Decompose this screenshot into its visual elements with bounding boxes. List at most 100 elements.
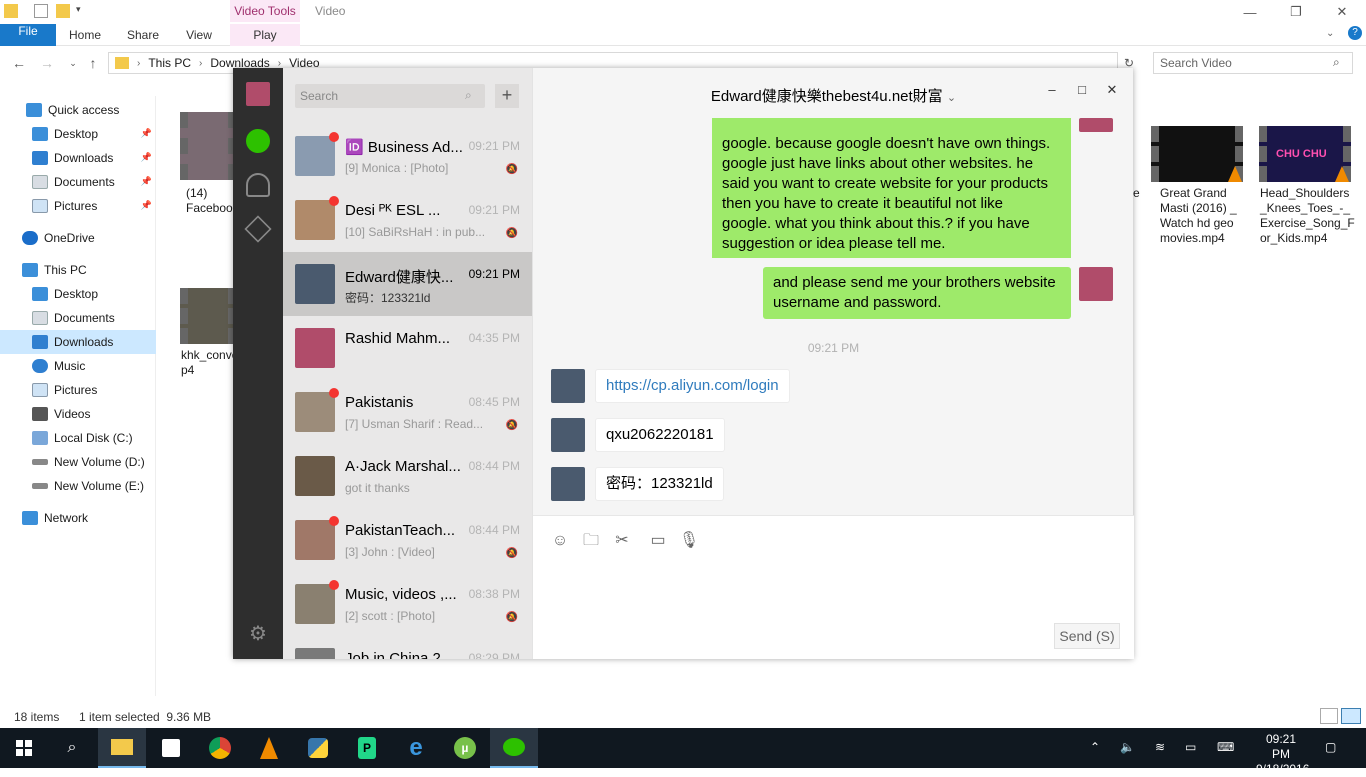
contacts-icon[interactable] <box>246 173 270 197</box>
avatar <box>295 520 335 560</box>
customize-toolbar-icon[interactable]: ▾ <box>76 4 90 18</box>
clock[interactable]: 09:21 PM 9/18/2016 <box>1256 732 1309 777</box>
settings-icon[interactable]: ⚙ <box>246 622 270 646</box>
back-icon[interactable]: ← <box>10 54 28 72</box>
nav-local-disk-c[interactable]: Local Disk (C:) <box>0 426 156 450</box>
help-icon[interactable]: ? <box>1348 26 1362 40</box>
nav-network[interactable]: Network <box>0 506 156 530</box>
chat-item[interactable]: Rashid Mahm... 04:35 PM <box>283 316 532 380</box>
chat-item[interactable]: Music, videos ,... 08:38 PM [2] scott : [… <box>283 572 532 636</box>
send-button[interactable]: Send (S) <box>1054 623 1120 649</box>
nav-pc-pictures[interactable]: Pictures <box>0 378 156 402</box>
new-chat-button[interactable]: + <box>495 84 519 108</box>
nav-volume-e[interactable]: New Volume (E:) <box>0 474 156 498</box>
microphone-icon[interactable]: 🎙 <box>678 530 700 552</box>
nav-onedrive[interactable]: OneDrive <box>0 226 156 250</box>
file-label-1[interactable]: (14) Faceboo <box>186 186 234 216</box>
details-view-icon[interactable] <box>1320 708 1338 724</box>
properties-icon[interactable] <box>34 4 48 18</box>
message-composer[interactable]: ☺ 🗀 ✂ ▭ 🎙 Send (S) <box>533 515 1134 659</box>
start-button[interactable] <box>0 728 48 768</box>
search-input[interactable]: Search Video <box>1153 52 1353 74</box>
keyboard-icon[interactable]: ⌨ <box>1217 740 1234 754</box>
vlc-taskbar[interactable] <box>245 728 293 768</box>
profile-avatar[interactable] <box>246 82 270 106</box>
minimize-icon[interactable]: – <box>1040 82 1064 100</box>
folder-icon[interactable]: 🗀 <box>580 530 602 552</box>
chat-item[interactable]: Job in China 2 08:29 PM <box>283 636 532 659</box>
nav-desktop[interactable]: Desktop 📌 <box>0 122 156 146</box>
favorites-icon[interactable] <box>244 215 272 243</box>
chat-item[interactable]: Desi ᴾᴷ ESL ... 09:21 PM [10] SaBiRsHaH :… <box>283 188 532 252</box>
minimize-icon[interactable]: — <box>1227 0 1273 24</box>
pin-icon: 📌 <box>140 152 152 162</box>
avatar[interactable] <box>551 467 585 501</box>
file-label-5[interactable]: Head_Shoulders_Knees_Toes_-_Exercise_Son… <box>1260 186 1356 246</box>
tab-view[interactable]: View <box>178 24 220 46</box>
python-taskbar[interactable] <box>294 728 342 768</box>
chrome-taskbar[interactable] <box>196 728 244 768</box>
search-icon[interactable]: ⌕ <box>48 728 96 768</box>
wechat-taskbar[interactable] <box>490 728 538 768</box>
edge-taskbar[interactable]: e <box>392 728 440 768</box>
new-folder-icon[interactable] <box>56 4 70 18</box>
close-icon[interactable]: ✕ <box>1319 0 1365 24</box>
video-thumbnail[interactable] <box>180 112 236 180</box>
recent-locations-icon[interactable]: ⌄ <box>64 54 82 72</box>
tab-share[interactable]: Share <box>122 24 164 46</box>
expand-ribbon-icon[interactable]: ⌄ <box>1326 28 1334 39</box>
nav-pc-downloads[interactable]: Downloads <box>0 330 156 354</box>
nav-videos[interactable]: Videos <box>0 402 156 426</box>
nav-documents[interactable]: Documents 📌 <box>0 170 156 194</box>
message-bubble-received[interactable]: 密码：123321ld <box>595 467 724 501</box>
chat-item[interactable]: PakistanTeach... 08:44 PM [3] John : [Vid… <box>283 508 532 572</box>
file-label-4[interactable]: Great Grand Masti (2016) _ Watch hd geo … <box>1160 186 1240 246</box>
pycharm-taskbar[interactable]: P <box>343 728 391 768</box>
wechat-search-input[interactable]: Search <box>295 84 485 108</box>
message-link[interactable]: https://cp.aliyun.com/login <box>595 369 790 403</box>
message-bubble-sent[interactable]: google. because google doesn't have own … <box>712 118 1071 258</box>
show-hidden-icons[interactable]: ⌃ <box>1090 740 1100 754</box>
store-taskbar[interactable] <box>147 728 195 768</box>
tab-play[interactable]: Play <box>230 24 300 46</box>
utorrent-taskbar[interactable]: µ <box>441 728 489 768</box>
chat-item[interactable]: 🆔 Business Ad... 09:21 PM [9] Monica : [P… <box>283 124 532 188</box>
video-thumbnail[interactable] <box>180 288 236 344</box>
avatar[interactable] <box>551 418 585 452</box>
breadcrumb-this-pc[interactable]: This PC <box>148 56 191 70</box>
video-call-icon[interactable]: ▭ <box>647 530 669 552</box>
video-thumbnail[interactable] <box>1151 126 1243 182</box>
screenshot-icon[interactable]: ✂ <box>611 530 633 552</box>
nav-quick-access[interactable]: Quick access <box>0 98 156 122</box>
chat-item[interactable]: A·Jack Marshal... 08:44 PM got it thanks <box>283 444 532 508</box>
forward-icon[interactable]: → <box>38 54 56 72</box>
file-explorer-taskbar[interactable] <box>98 728 146 768</box>
file-label-2[interactable]: khk_conve p4 <box>181 348 238 378</box>
close-icon[interactable]: ✕ <box>1100 82 1124 100</box>
notifications-icon[interactable]: ▢ <box>1325 740 1336 754</box>
avatar[interactable] <box>551 369 585 403</box>
restore-icon[interactable]: ❐ <box>1273 0 1319 24</box>
file-label-3[interactable]: e <box>1133 186 1140 201</box>
maximize-icon[interactable]: □ <box>1070 82 1094 100</box>
volume-icon[interactable]: 🔈 <box>1120 740 1135 754</box>
nav-pictures[interactable]: Pictures 📌 <box>0 194 156 218</box>
up-icon[interactable]: ↑ <box>84 54 102 72</box>
chat-item-selected[interactable]: Edward健康快... 09:21 PM 密码：123321ld <box>283 252 532 316</box>
large-icons-view-icon[interactable] <box>1341 708 1361 724</box>
nav-pc-desktop[interactable]: Desktop <box>0 282 156 306</box>
emoji-icon[interactable]: ☺ <box>549 530 571 552</box>
wifi-icon[interactable]: ≋ <box>1155 740 1165 754</box>
chat-item[interactable]: Pakistanis 08:45 PM [7] Usman Sharif : Re… <box>283 380 532 444</box>
chat-icon[interactable] <box>246 129 270 153</box>
nav-pc-documents[interactable]: Documents <box>0 306 156 330</box>
nav-this-pc[interactable]: This PC <box>0 258 156 282</box>
battery-icon[interactable]: ▭ <box>1185 740 1196 754</box>
message-bubble-received[interactable]: qxu2062220181 <box>595 418 725 452</box>
nav-downloads[interactable]: Downloads 📌 <box>0 146 156 170</box>
tab-home[interactable]: Home <box>64 24 106 46</box>
nav-volume-d[interactable]: New Volume (D:) <box>0 450 156 474</box>
nav-music[interactable]: Music <box>0 354 156 378</box>
message-bubble-sent[interactable]: and please send me your brothers website… <box>763 267 1071 319</box>
tab-file[interactable]: File <box>0 24 56 46</box>
